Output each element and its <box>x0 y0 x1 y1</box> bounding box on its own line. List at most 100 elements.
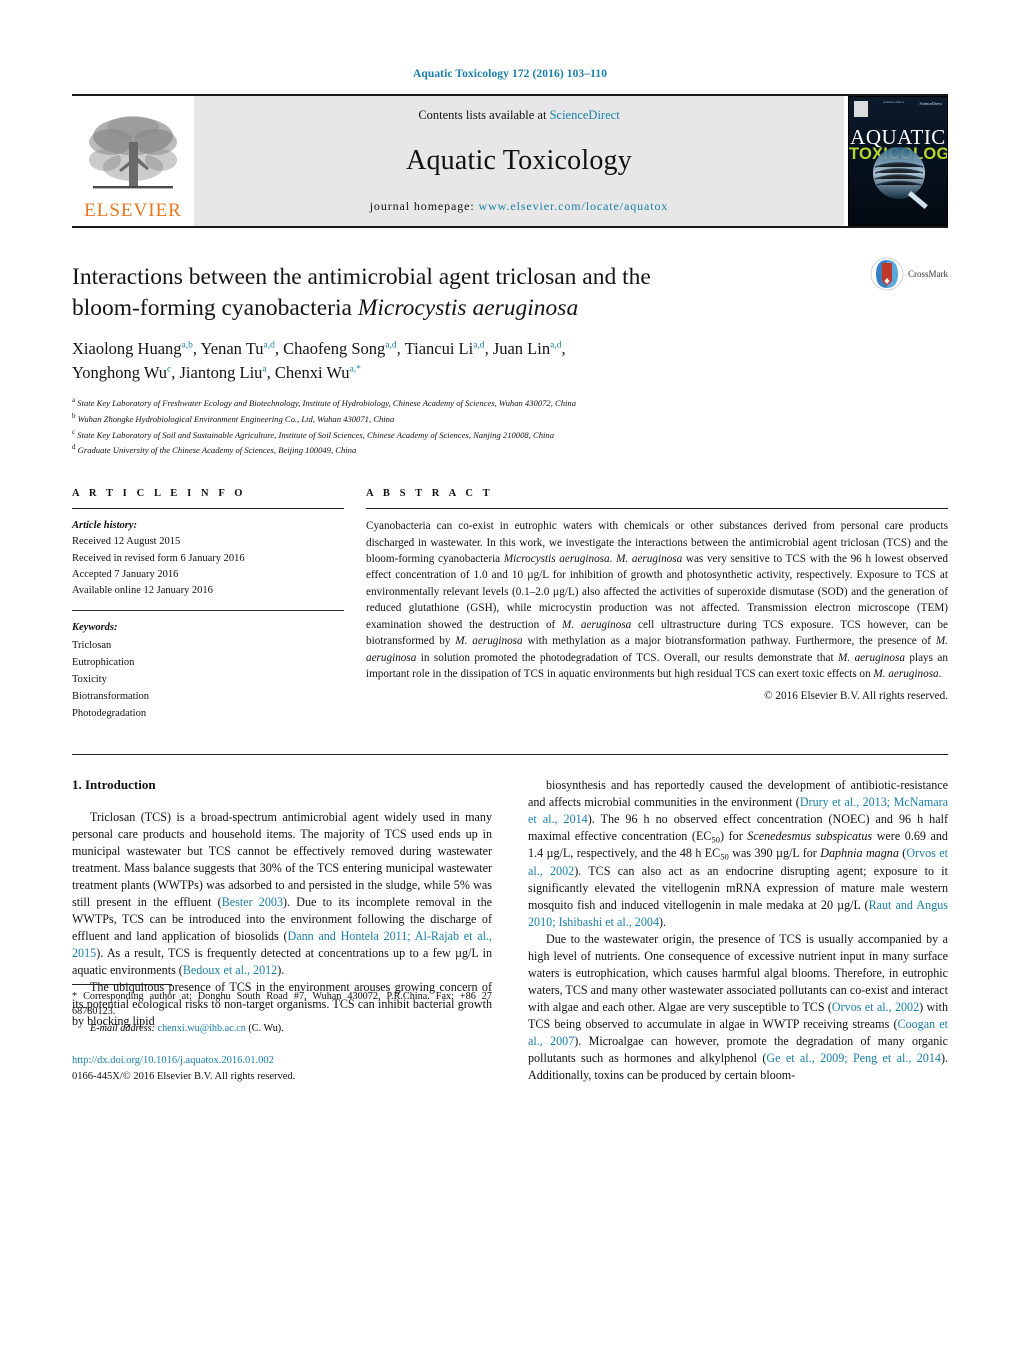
author-entry: Tiancui Lia,d, <box>405 339 493 358</box>
author-name: Tiancui Li <box>404 339 474 359</box>
body-column-left: 1. Introduction Triclosan (TCS) is a bro… <box>72 777 492 1085</box>
author-sep: , <box>274 339 284 359</box>
cover-sciencedirect-text: ScienceDirect <box>919 101 942 106</box>
article-info-column: A R T I C L E I N F O Article history: R… <box>72 488 344 722</box>
citation-link[interactable]: Ge et al., 2009; Peng et al., 2014 <box>766 1051 941 1065</box>
species-name: M. aeruginosa <box>838 651 905 664</box>
affiliation-key: b <box>72 411 76 420</box>
species-name: M. aeruginosa <box>455 635 523 648</box>
title-line-2-plain: bloom-forming cyanobacteria <box>72 294 358 321</box>
abstract-column: A B S T R A C T Cyanobacteria can co-exi… <box>344 488 948 722</box>
affiliation-item: c State Key Laboratory of Soil and Susta… <box>72 427 948 443</box>
email-line: E-mail address: chenxi.wu@ihb.ac.cn (C. … <box>72 1021 492 1036</box>
citation-link[interactable]: Orvos et al., 2002 <box>832 1000 919 1014</box>
species-name: Microcystis aeruginosa <box>503 552 610 565</box>
citation-link[interactable]: Bedoux et al., 2012 <box>183 963 277 977</box>
page-title: Interactions between the antimicrobial a… <box>72 262 817 323</box>
body-columns: 1. Introduction Triclosan (TCS) is a bro… <box>72 777 948 1085</box>
article-history-item: Received in revised form 6 January 2016 <box>72 552 245 564</box>
author-sep: , <box>266 362 275 382</box>
affiliation-list: a State Key Laboratory of Freshwater Eco… <box>72 395 948 458</box>
cover-magnifier-icon <box>873 147 928 209</box>
author-name: Chenxi Wu <box>274 362 350 382</box>
abstract-copyright: © 2016 Elsevier B.V. All rights reserved… <box>764 689 948 702</box>
article-info-heading: A R T I C L E I N F O <box>72 488 247 500</box>
keyword-item: Toxicity <box>72 673 107 685</box>
author-entry: Chaofeng Songa,d, <box>283 339 405 358</box>
subscript: 50 <box>720 851 729 862</box>
subscript: 50 <box>711 834 721 845</box>
paper-page: Aquatic Toxicology 172 (2016) 103–110 EL… <box>0 0 1020 1351</box>
article-history-label: Article history: <box>72 520 138 532</box>
journal-masthead: ELSEVIER Contents lists available at Sci… <box>72 94 948 226</box>
author-affil-marker: a,d <box>385 340 397 351</box>
email-label: E-mail address: <box>90 1022 155 1034</box>
author-name: Juan Lin <box>492 339 551 359</box>
author-name: Jiantong Liu <box>179 362 263 382</box>
cover-publisher-logo-icon <box>854 101 868 117</box>
title-line-1: Interactions between the antimicrobial a… <box>72 264 651 290</box>
contents-prefix: Contents lists available at <box>418 108 550 122</box>
author-affil-marker: a,b <box>181 340 193 351</box>
sciencedirect-link[interactable]: ScienceDirect <box>550 108 620 122</box>
text-fragment: ). <box>659 914 667 929</box>
author-affil-marker: a,d <box>473 340 485 351</box>
doi-link[interactable]: http://dx.doi.org/10.1016/j.aquatox.2016… <box>72 1055 274 1066</box>
cover-top-row: Available online at ScienceDirect <box>854 101 942 117</box>
affiliation-text: Wuhan Zhongke Hydrobiological Environmen… <box>77 413 395 424</box>
keywords-rule <box>72 610 344 612</box>
citation-link[interactable]: Bester 2003 <box>222 895 283 909</box>
title-block: Interactions between the antimicrobial a… <box>72 257 948 458</box>
author-affil-marker: a,d <box>263 340 275 351</box>
homepage-url[interactable]: www.elsevier.com/locate/aquatox <box>479 199 669 213</box>
author-affil-marker: a,d <box>550 340 562 351</box>
affiliation-item: a State Key Laboratory of Freshwater Eco… <box>72 395 948 411</box>
author-name: Chaofeng Song <box>283 339 386 359</box>
abstract-rule <box>366 508 948 510</box>
article-history-item: Accepted 7 January 2016 <box>72 568 179 580</box>
abstract-fragment: in solution promoted the photodegradatio… <box>416 651 839 664</box>
running-head: Aquatic Toxicology 172 (2016) 103–110 <box>412 68 608 80</box>
cover-available-online-text: Available online at <box>883 101 905 104</box>
affiliation-text: State Key Laboratory of Freshwater Ecolo… <box>77 397 577 408</box>
email-suffix: (C. Wu). <box>245 1022 284 1034</box>
author-entry: Jiantong Liua, <box>179 363 274 382</box>
body-top-rule <box>72 753 948 755</box>
species-name: M. aeruginosa <box>873 668 939 681</box>
elsevier-tree-icon <box>89 116 177 189</box>
abstract-text: Cyanobacteria can co-exist in eutrophic … <box>366 518 948 683</box>
affiliation-text: Graduate University of the Chinese Acade… <box>77 445 357 456</box>
keyword-item: Eutrophication <box>72 656 135 668</box>
author-entry: Yenan Tua,d, <box>201 339 284 358</box>
title-line-2-species: Microcystis aeruginosa <box>357 294 579 321</box>
article-history-item: Available online 12 January 2016 <box>72 585 213 597</box>
paragraph: biosynthesis and has reportedly caused t… <box>528 777 948 931</box>
affiliation-key: c <box>72 427 76 436</box>
footnote-rule <box>72 984 172 986</box>
author-entry: Xiaolong Huanga,b, <box>72 339 201 358</box>
paragraph: Triclosan (TCS) is a broad-spectrum anti… <box>72 809 492 979</box>
author-list: Xiaolong Huanga,b, Yenan Tua,d, Chaofeng… <box>72 337 832 384</box>
footnote-block: * Corresponding author at: Donghu South … <box>72 984 492 1084</box>
species-name: Scenedesmus subspicatus <box>747 828 873 843</box>
corresponding-author-note: * Corresponding author at: Donghu South … <box>72 991 492 1017</box>
elsevier-wordmark: ELSEVIER <box>84 200 182 221</box>
body-column-right: biosynthesis and has reportedly caused t… <box>528 777 948 1085</box>
text-fragment: was 390 µg/L for <box>728 846 821 861</box>
author-sep: , <box>561 339 566 359</box>
author-entry: Yonghong Wuc, <box>72 363 179 382</box>
info-abstract-region: A R T I C L E I N F O Article history: R… <box>72 488 948 722</box>
species-name: M. aeruginosa <box>562 618 632 631</box>
corresponding-author-marker: a,* <box>349 364 361 375</box>
author-sep: , <box>396 339 405 359</box>
doi-block: http://dx.doi.org/10.1016/j.aquatox.2016… <box>72 1050 492 1085</box>
author-name: Yonghong Wu <box>72 362 168 382</box>
journal-title: Aquatic Toxicology <box>406 145 632 176</box>
author-name: Xiaolong Huang <box>72 339 182 359</box>
crossmark-badge[interactable]: CrossMark <box>870 257 948 291</box>
keyword-item: Photodegradation <box>72 707 147 719</box>
affiliation-item: d Graduate University of the Chinese Aca… <box>72 442 948 458</box>
email-link[interactable]: chenxi.wu@ihb.ac.cn <box>158 1023 246 1034</box>
crossmark-icon <box>870 257 904 291</box>
affiliation-item: b Wuhan Zhongke Hydrobiological Environm… <box>72 411 948 427</box>
